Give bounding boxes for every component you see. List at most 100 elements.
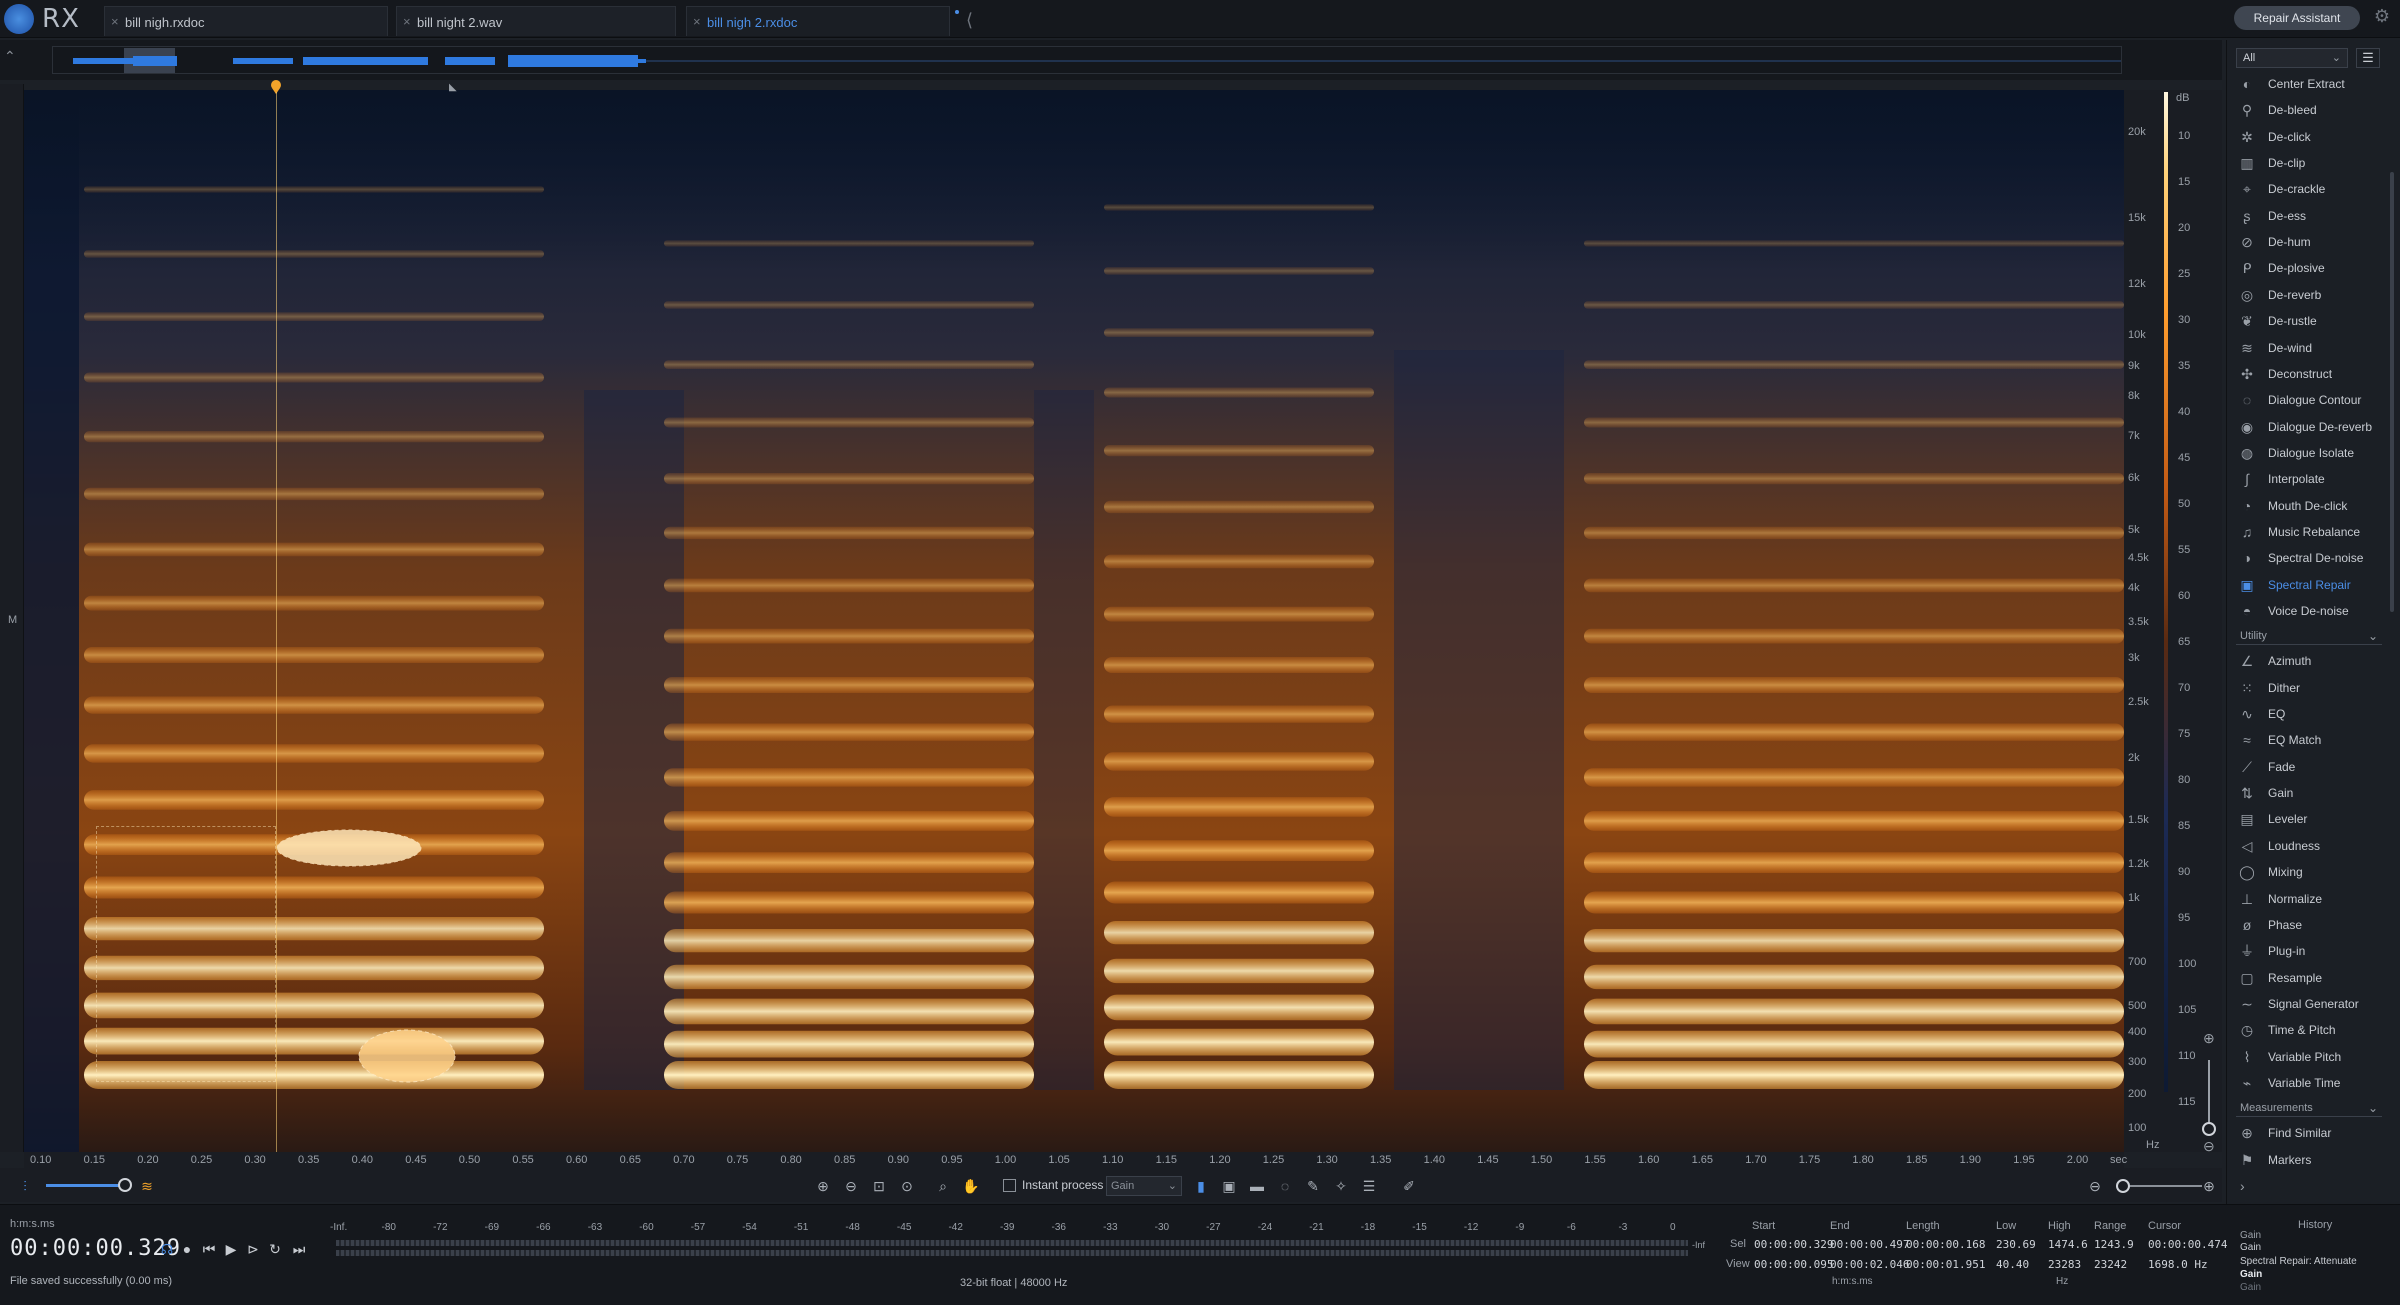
play-icon[interactable]: ▶ [222, 1240, 240, 1258]
section-header[interactable]: Utility ⌄ [2236, 629, 2382, 646]
instant-process-checkbox[interactable] [1003, 1179, 1016, 1192]
module-time-pitch[interactable]: ◷ Time & Pitch [2236, 1020, 2386, 1040]
module-de-wind[interactable]: ≋ De-wind [2236, 338, 2386, 358]
zoom-out-icon[interactable]: ⊖ [840, 1176, 862, 1196]
spectrogram-view-icon[interactable]: ≋ [136, 1176, 158, 1196]
close-icon[interactable]: × [111, 14, 119, 29]
horizontal-zoom-in-icon[interactable]: ⊕ [2198, 1176, 2220, 1196]
module-dialogue-isolate[interactable]: ◍ Dialogue Isolate [2236, 443, 2386, 463]
loop-marker-icon[interactable]: ◣ [449, 82, 457, 93]
close-icon[interactable]: × [693, 14, 701, 29]
zoom-in-icon[interactable]: ⊕ [812, 1176, 834, 1196]
horizontal-zoom-out-icon[interactable]: ⊖ [2084, 1176, 2106, 1196]
horizontal-zoom-knob[interactable] [2116, 1179, 2130, 1193]
module-de-reverb[interactable]: ◎ De-reverb [2236, 285, 2386, 305]
module-de-rustle[interactable]: ❦ De-rustle [2236, 311, 2386, 331]
view-end[interactable]: 00:00:02.046 [1830, 1258, 1909, 1271]
module-plug-in[interactable]: ⏚ Plug-in [2236, 941, 2386, 961]
module-gain[interactable]: ⇅ Gain [2236, 783, 2386, 803]
module-mixing[interactable]: ◯ Mixing [2236, 862, 2386, 882]
spectrogram[interactable] [24, 90, 2124, 1152]
module-phase[interactable]: ø Phase [2236, 915, 2386, 935]
selection-rectangle[interactable] [96, 826, 276, 1082]
repair-assistant-button[interactable]: Repair Assistant [2234, 6, 2360, 30]
chevron-right-icon[interactable]: › [2240, 1178, 2245, 1194]
history-item[interactable]: Gain [2240, 1282, 2261, 1293]
zoom-fit-icon[interactable]: ⊙ [896, 1176, 918, 1196]
module-dither[interactable]: ⁙ Dither [2236, 678, 2386, 698]
play-selection-icon[interactable]: ⊳ [244, 1240, 262, 1258]
pencil-icon[interactable]: ✐ [1398, 1176, 1420, 1196]
sel-end[interactable]: 00:00:00.497 [1830, 1238, 1909, 1251]
sel-length[interactable]: 00:00:00.168 [1906, 1238, 1985, 1251]
module-fade[interactable]: ⟋ Fade [2236, 757, 2386, 777]
record-icon[interactable]: ● [178, 1240, 196, 1258]
history-item-current[interactable]: Gain [2240, 1269, 2262, 1280]
module-signal-generator[interactable]: ∼ Signal Generator [2236, 994, 2386, 1014]
instant-process-mode-select[interactable]: Gain ⌄ [1106, 1176, 1182, 1196]
module-de-clip[interactable]: ▥ De-clip [2236, 153, 2386, 173]
view-low[interactable]: 40.40 [1996, 1258, 2029, 1271]
panel-scrollbar[interactable] [2390, 172, 2394, 612]
module-de-ess[interactable]: ʂ De-ess [2236, 206, 2386, 226]
rewind-icon[interactable]: ⏮ [200, 1240, 218, 1258]
waveform-view-icon[interactable]: ⫶ [14, 1176, 36, 1196]
time-frequency-selection-icon[interactable]: ▣ [1218, 1176, 1240, 1196]
module-normalize[interactable]: ⊥ Normalize [2236, 889, 2386, 909]
db-range-slider[interactable] [2208, 1060, 2210, 1130]
module-voice-de-noise[interactable]: ◓ Voice De-noise [2236, 601, 2386, 621]
menu-icon[interactable]: ☰ [2356, 48, 2380, 68]
module-mouth-de-click[interactable]: ◔ Mouth De-click [2236, 496, 2386, 516]
module-dialogue-de-reverb[interactable]: ◉ Dialogue De-reverb [2236, 417, 2386, 437]
module-eq-match[interactable]: ≈ EQ Match [2236, 730, 2386, 750]
zoom-out-icon[interactable]: ⊖ [2203, 1138, 2215, 1155]
history-item[interactable]: Gain [2240, 1230, 2261, 1241]
module-music-rebalance[interactable]: ♫ Music Rebalance [2236, 522, 2386, 542]
sel-high[interactable]: 1474.6 [2048, 1238, 2088, 1251]
module-de-click[interactable]: ✲ De-click [2236, 127, 2386, 147]
magic-wand-icon[interactable]: ✧ [1330, 1176, 1352, 1196]
timecode-format-select[interactable]: h:m:s.ms [10, 1218, 55, 1230]
sel-start[interactable]: 00:00:00.329 [1754, 1238, 1833, 1251]
waveform-overview[interactable]: ⌃ [0, 40, 2222, 80]
module-de-crackle[interactable]: ⌖ De-crackle [2236, 179, 2386, 199]
module-markers[interactable]: ⚑ Markers [2236, 1150, 2386, 1170]
lasso-icon[interactable]: ◌ [1274, 1176, 1296, 1196]
rx-logo-icon[interactable] [4, 4, 34, 34]
module-filter-select[interactable]: All ⌄ [2236, 48, 2348, 68]
skip-end-icon[interactable]: ⏭ [290, 1240, 308, 1258]
module-de-hum[interactable]: ⊘ De-hum [2236, 232, 2386, 252]
tab-file-3-active[interactable]: × bill nigh 2.rxdoc [686, 6, 950, 36]
module-spectral-de-noise[interactable]: ◑ Spectral De-noise [2236, 548, 2386, 568]
module-variable-time[interactable]: ⌁ Variable Time [2236, 1073, 2386, 1093]
overview-strip[interactable] [52, 46, 2122, 74]
history-item[interactable]: Spectral Repair: Attenuate [2240, 1256, 2357, 1267]
module-resample[interactable]: ▢ Resample [2236, 968, 2386, 988]
tab-file-1[interactable]: × bill nigh.rxdoc [104, 6, 388, 36]
close-icon[interactable]: × [403, 14, 411, 29]
sel-low[interactable]: 230.69 [1996, 1238, 2036, 1251]
module-de-bleed[interactable]: ⚲ De-bleed [2236, 100, 2386, 120]
opacity-knob[interactable] [118, 1178, 132, 1192]
module-center-extract[interactable]: ◐ Center Extract [2236, 74, 2386, 94]
view-length[interactable]: 00:00:01.951 [1906, 1258, 1985, 1271]
opacity-slider[interactable] [46, 1184, 126, 1187]
module-dialogue-contour[interactable]: ◌ Dialogue Contour [2236, 390, 2386, 410]
frequency-selection-icon[interactable]: ▬ [1246, 1176, 1268, 1196]
history-item[interactable]: Gain [2240, 1242, 2261, 1253]
time-selection-icon[interactable]: ▮ [1190, 1176, 1212, 1196]
module-leveler[interactable]: ▤ Leveler [2236, 809, 2386, 829]
db-range-knob[interactable] [2202, 1122, 2216, 1136]
collapse-icon[interactable]: ⌃ [4, 48, 16, 65]
brush-icon[interactable]: ✎ [1302, 1176, 1324, 1196]
view-high[interactable]: 23283 [2048, 1258, 2081, 1271]
module-variable-pitch[interactable]: ⌇ Variable Pitch [2236, 1047, 2386, 1067]
module-azimuth[interactable]: ∠ Azimuth [2236, 651, 2386, 671]
tab-overflow-icon[interactable]: ⟨ [966, 10, 973, 31]
module-interpolate[interactable]: ∫ Interpolate [2236, 469, 2386, 489]
module-deconstruct[interactable]: ✣ Deconstruct [2236, 364, 2386, 384]
zoom-in-icon[interactable]: ⊕ [2203, 1030, 2215, 1047]
module-find-similar[interactable]: ⊕ Find Similar [2236, 1123, 2386, 1143]
module-spectral-repair[interactable]: ▣ Spectral Repair [2236, 575, 2386, 595]
view-start[interactable]: 00:00:00.095 [1754, 1258, 1833, 1271]
